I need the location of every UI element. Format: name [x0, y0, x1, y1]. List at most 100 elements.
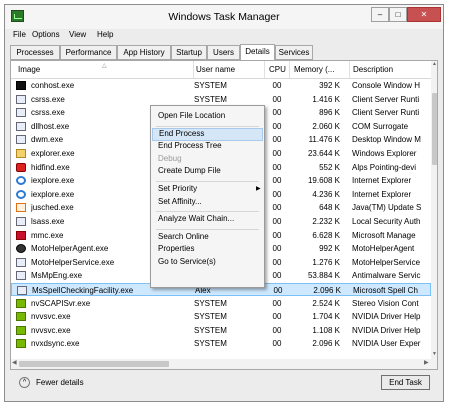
menu-view[interactable]: View	[69, 30, 86, 39]
cell-user-name: SYSTEM	[194, 325, 227, 335]
column-divider[interactable]	[289, 61, 290, 78]
cell-cpu: 00	[272, 312, 282, 322]
column-divider[interactable]	[349, 61, 350, 78]
table-row[interactable]: nvxdsync.exe SYSTEM 00 2.096 K NVIDIA User E…	[11, 337, 431, 350]
end-task-button[interactable]: End Task	[381, 375, 430, 390]
tab-processes[interactable]: Processes	[10, 45, 60, 60]
cell-cpu: 00	[272, 203, 282, 213]
cell-memory: 1.276 K	[312, 257, 340, 267]
menu-item-open-file-location[interactable]: Open File Location	[158, 111, 225, 120]
menu-item-go-to-service-s[interactable]: Go to Service(s)	[158, 257, 216, 266]
vertical-scrollbar[interactable]: ▲ ▼	[431, 61, 437, 369]
cell-memory: 896 K	[319, 108, 340, 118]
table-row[interactable]: csrss.exe SYSTEM 00 1.416 K Client Server Ru…	[11, 93, 431, 106]
minimize-button[interactable]: –	[371, 7, 389, 22]
cell-cpu: 00	[272, 257, 282, 267]
mmc-process-icon	[16, 230, 26, 240]
menu-item-search-online[interactable]: Search Online	[158, 232, 209, 241]
menu-item-end-process[interactable]: End Process	[152, 127, 263, 141]
fewer-details-label[interactable]: Fewer details	[36, 378, 84, 387]
column-header-cpu[interactable]: CPU	[269, 65, 286, 74]
cell-user-name: SYSTEM	[194, 81, 227, 90]
cell-image-name: conhost.exe	[31, 81, 75, 90]
menu-item-end-process-tree[interactable]: End Process Tree	[158, 141, 222, 150]
vertical-scroll-thumb[interactable]	[432, 93, 437, 165]
cell-description: Desktop Window M	[352, 135, 421, 145]
menu-item-properties[interactable]: Properties	[158, 244, 194, 253]
menu-item-set-affinity[interactable]: Set Affinity...	[158, 197, 202, 206]
column-divider[interactable]	[264, 61, 265, 78]
cell-description: Microsoft Manage	[352, 230, 416, 240]
cell-description: NVIDIA Driver Help	[352, 312, 421, 322]
table-row[interactable]: nvvsvc.exe SYSTEM 00 1.108 K NVIDIA Driver H…	[11, 324, 431, 337]
chevron-up-icon[interactable]: ^	[19, 377, 30, 388]
close-button[interactable]: ✕	[407, 7, 441, 22]
table-row[interactable]: nvSCAPISvr.exe SYSTEM 00 2.524 K Stereo Visi…	[11, 297, 431, 310]
cell-image-name: nvvsvc.exe	[31, 312, 71, 322]
nvidia-process-icon	[16, 298, 26, 308]
ie-process-icon	[16, 189, 26, 199]
tab-app-history[interactable]: App History	[117, 45, 171, 60]
tab-startup[interactable]: Startup	[171, 45, 207, 60]
cell-memory: 2.524 K	[312, 298, 340, 308]
cell-description: Console Window H	[352, 81, 421, 90]
cell-user-name: SYSTEM	[194, 94, 227, 104]
cell-memory: 648 K	[319, 203, 340, 213]
menu-file[interactable]: File	[13, 30, 26, 39]
nvidia-process-icon	[16, 325, 26, 335]
menu-item-analyze-wait-chain[interactable]: Analyze Wait Chain...	[158, 214, 234, 223]
horizontal-scroll-thumb[interactable]	[19, 361, 169, 367]
menu-separator	[156, 211, 259, 213]
scroll-down-icon[interactable]: ▼	[431, 351, 437, 357]
menu-separator	[156, 125, 259, 127]
cell-image-name: nvSCAPISvr.exe	[31, 298, 91, 308]
ie-process-icon	[16, 176, 26, 186]
cell-cpu: 00	[272, 81, 282, 90]
menu-help[interactable]: Help	[97, 30, 113, 39]
cell-description: COM Surrogate	[352, 121, 409, 131]
scroll-right-icon[interactable]: ▶	[424, 359, 429, 366]
cell-description: Client Server Runti	[352, 94, 420, 104]
cell-memory: 2.060 K	[312, 121, 340, 131]
title-bar[interactable]: Windows Task Manager – □ ✕	[5, 5, 443, 29]
generic-process-icon	[16, 94, 26, 104]
menu-item-set-priority[interactable]: Set Priority	[158, 184, 197, 193]
cell-cpu: 00	[272, 135, 282, 145]
cell-description: Local Security Auth	[352, 217, 421, 226]
console-process-icon	[16, 81, 26, 90]
cell-image-name: nvvsvc.exe	[31, 325, 71, 335]
cell-memory: 11.476 K	[308, 135, 340, 145]
nvidia-process-icon	[16, 339, 26, 349]
table-row[interactable]: nvvsvc.exe SYSTEM 00 1.704 K NVIDIA Driver H…	[11, 310, 431, 323]
explorer-process-icon	[16, 149, 26, 158]
cell-memory: 23.644 K	[307, 149, 340, 158]
submenu-arrow-icon: ▶	[256, 186, 261, 192]
column-header-user-name[interactable]: User name	[196, 65, 235, 74]
cell-description: Internet Explorer	[352, 176, 412, 186]
cell-cpu: 00	[272, 121, 282, 131]
cell-memory: 6.628 K	[312, 230, 340, 240]
scroll-up-icon[interactable]: ▲	[431, 61, 437, 67]
menu-item-create-dump-file[interactable]: Create Dump File	[158, 166, 221, 175]
column-header-description[interactable]: Description	[353, 65, 393, 74]
tab-performance[interactable]: Performance	[60, 45, 117, 60]
table-row[interactable]: conhost.exe SYSTEM 00 392 K Console Window H	[11, 79, 431, 92]
column-header-memory[interactable]: Memory (...	[294, 65, 334, 74]
menu-separator	[156, 228, 259, 230]
nvidia-process-icon	[16, 312, 26, 322]
horizontal-scrollbar[interactable]: ◀ ▶	[11, 359, 431, 369]
tab-users[interactable]: Users	[207, 45, 240, 60]
column-header-image[interactable]: Image	[18, 65, 40, 74]
cell-memory: 392 K	[319, 81, 340, 90]
menu-separator	[156, 181, 259, 182]
tab-services[interactable]: Services	[275, 45, 313, 60]
maximize-button[interactable]: □	[389, 7, 407, 22]
moto-process-icon	[16, 244, 26, 254]
scroll-left-icon[interactable]: ◀	[12, 359, 17, 366]
tab-details[interactable]: Details	[240, 44, 275, 61]
cell-description: Client Server Runti	[352, 108, 420, 118]
cell-memory: 2.232 K	[312, 217, 340, 226]
menu-options[interactable]: Options	[32, 30, 60, 39]
column-divider[interactable]	[193, 61, 194, 78]
cell-memory: 1.704 K	[312, 312, 340, 322]
